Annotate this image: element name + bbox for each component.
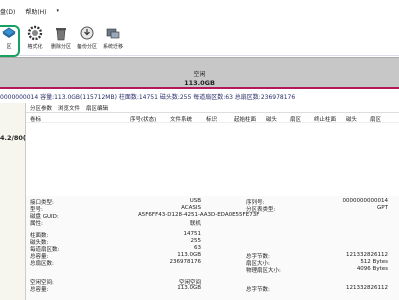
menu-disk[interactable]: 盘(D) [0, 7, 15, 16]
prop-value: 512 Bytes [360, 259, 388, 265]
menu-bar: 盘(D) 帮助(H) ▾ [0, 0, 399, 22]
disk-map-free-space[interactable]: 空闲 113.0GB [0, 57, 399, 89]
prop-label: 总字节数: [246, 287, 270, 293]
col-id[interactable]: 标识 [206, 115, 217, 123]
prop-value: 113.0GB [177, 285, 201, 291]
col-end-sector[interactable]: 扇区 [370, 115, 381, 123]
trash-icon [56, 28, 66, 41]
prop-value: 236978176 [169, 259, 202, 265]
system-migrate-button[interactable]: 系统迁移 [100, 25, 126, 55]
prop-value: ACASIS [181, 205, 201, 211]
col-filesystem[interactable]: 文件系统 [170, 115, 192, 123]
disk-info-line: 0000000014 容量:113.0GB(115712MB) 柱面数:1475… [0, 92, 399, 102]
delete-partition-label: 删除分区 [50, 44, 71, 50]
partition-table-header: 卷标 序号(状态) 文件系统 标识 起始柱面 磁头 扇区 终止柱面 磁头 扇区 [26, 113, 399, 123]
migrate-icon [106, 28, 120, 39]
tab-bar: 分区参数 浏览文件 扇区编辑 [26, 103, 399, 113]
prop-value: 14751 [183, 231, 202, 237]
prop-value: 4096 Bytes [356, 266, 388, 272]
backup-partition-label: 备份分区 [76, 44, 97, 50]
disk-properties: 接口类型: USB 序列号: 0000000000014 型号: ACASIS … [26, 196, 399, 300]
col-start-cylinder[interactable]: 起始柱面 [234, 115, 256, 123]
selected-tool-highlight [0, 25, 20, 57]
prop-value: 255 [190, 238, 202, 244]
chevron-down-icon[interactable]: ▾ [57, 8, 60, 14]
backup-icon [80, 26, 94, 40]
prop-value: 联机 [189, 221, 201, 227]
prop-value: A5F6FF43-D128-4251-AA3D-EDA0E55FE73F [138, 212, 260, 218]
prop-value: 113.0GB [177, 252, 201, 258]
col-volume-label[interactable]: 卷标 [30, 115, 41, 123]
tab-partition-params[interactable]: 分区参数 [30, 104, 52, 112]
prop-label: 物理扇区大小: [246, 268, 281, 274]
col-index-status[interactable]: 序号(状态) [130, 115, 156, 123]
prop-label: 属性: [30, 221, 43, 227]
prop-value: USB [189, 198, 201, 204]
free-space-label: 空闲 [193, 71, 206, 78]
prop-value: 121332826112 [346, 285, 388, 291]
col-end-head[interactable]: 磁头 [346, 115, 357, 123]
prop-value: 63 [194, 245, 201, 251]
format-button[interactable]: 格式化 [22, 25, 48, 55]
prop-value: 0000000000014 [342, 198, 389, 204]
toolbar: 区 格式化 删除分区 备份分区 系统迁移 [0, 22, 399, 56]
partition-table-body [26, 123, 399, 195]
backup-partition-button[interactable]: 备份分区 [74, 25, 100, 55]
disk-tree-panel: 4.2/80(4 [0, 103, 30, 300]
system-migrate-label: 系统迁移 [102, 44, 123, 50]
tab-sector-editor[interactable]: 扇区编辑 [86, 104, 108, 112]
format-label: 格式化 [27, 44, 43, 50]
delete-partition-button[interactable]: 删除分区 [48, 25, 74, 55]
col-start-head[interactable]: 磁头 [266, 115, 277, 123]
col-start-sector[interactable]: 扇区 [290, 115, 301, 123]
prop-label: 总容量: [30, 287, 49, 293]
prop-value: 121332826112 [346, 252, 388, 258]
menu-help[interactable]: 帮助(H) [25, 7, 46, 16]
gear-icon [27, 25, 43, 41]
tab-browse-files[interactable]: 浏览文件 [58, 104, 80, 112]
details-panel: 分区参数 浏览文件 扇区编辑 卷标 序号(状态) 文件系统 标识 起始柱面 磁头… [26, 103, 399, 300]
free-space-size: 113.0GB [184, 79, 215, 87]
col-end-cylinder[interactable]: 终止柱面 [314, 115, 336, 123]
prop-value: GPT [377, 205, 388, 211]
